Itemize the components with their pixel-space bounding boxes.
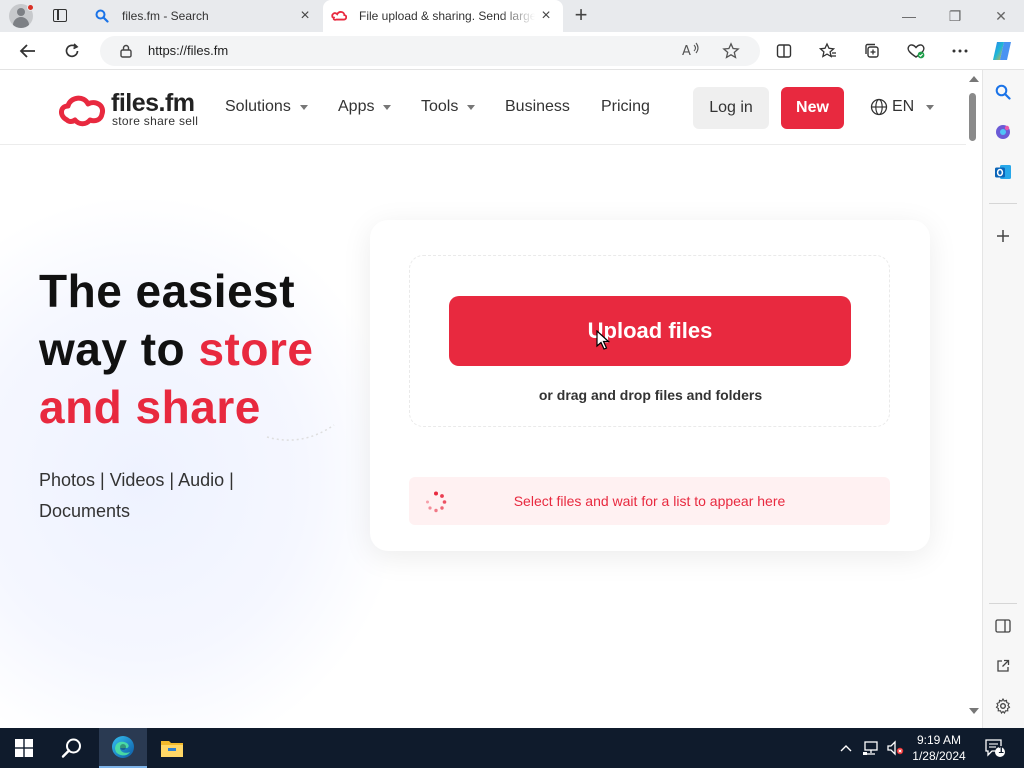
browser-titlebar: files.fm - Search × File upload & sharin… [0, 0, 1024, 32]
edge-sidebar [982, 70, 1024, 728]
nav-business[interactable]: Business [505, 98, 570, 116]
tray-chevron-up-icon[interactable] [836, 728, 856, 768]
tab-title: File upload & sharing. Send large files [359, 9, 535, 23]
nav-label: Pricing [601, 98, 650, 115]
nav-pricing[interactable]: Pricing [601, 98, 650, 116]
taskbar-file-explorer-button[interactable] [148, 728, 196, 768]
tab-files-fm-search[interactable]: files.fm - Search × [86, 0, 322, 32]
drag-drop-hint: or drag and drop files and folders [538, 387, 763, 403]
upload-status-bar: Select files and wait for a list to appe… [409, 477, 890, 525]
files-fm-favicon [331, 8, 347, 24]
copilot-icon[interactable] [988, 38, 1016, 64]
headline-line-2: way to store [39, 320, 313, 378]
lock-icon[interactable] [120, 44, 132, 58]
taskbar-search-button[interactable] [48, 728, 96, 768]
search-icon [94, 8, 110, 24]
sidebar-outlook-icon[interactable] [991, 160, 1015, 184]
read-aloud-icon[interactable]: A [682, 42, 700, 60]
sidebar-toggle-panel-icon[interactable] [991, 614, 1015, 638]
logo-tagline: store share sell [112, 114, 199, 128]
collections-icon[interactable] [858, 38, 886, 64]
file-categories: Photos | Videos | Audio | Documents [39, 470, 234, 521]
nav-solutions[interactable]: Solutions [225, 98, 308, 116]
browser-toolbar: https://files.fm A [0, 32, 1024, 70]
nav-label: Tools [421, 98, 459, 115]
browser-essentials-icon[interactable] [902, 38, 930, 64]
upload-status-text: Select files and wait for a list to appe… [513, 493, 786, 509]
window-close-button[interactable]: ✕ [978, 0, 1024, 32]
login-button[interactable]: Log in [693, 87, 769, 129]
language-selector[interactable]: EN [870, 98, 935, 116]
sidebar-add-icon[interactable] [991, 224, 1015, 248]
sidebar-copilot-apps-icon[interactable] [991, 120, 1015, 144]
decorative-swoosh [266, 424, 335, 441]
favorite-star-icon[interactable] [722, 42, 740, 60]
mouse-cursor-icon [596, 330, 610, 350]
profile-notification-dot [27, 4, 34, 11]
scroll-down-arrow-icon[interactable] [969, 708, 979, 714]
nav-apps[interactable]: Apps [338, 98, 392, 116]
headline-line-1: The easiest [39, 265, 296, 317]
sidebar-divider [989, 603, 1017, 604]
split-screen-icon[interactable] [770, 38, 798, 64]
headline-text: way to [39, 323, 199, 375]
sidebar-settings-gear-icon[interactable] [991, 694, 1015, 718]
clock-time: 9:19 AM [916, 733, 962, 747]
sidebar-divider [989, 203, 1017, 204]
edge-browser-icon [112, 736, 134, 758]
scroll-up-arrow-icon[interactable] [969, 76, 979, 82]
scroll-thumb[interactable] [969, 93, 976, 141]
address-bar[interactable]: https://files.fm A [100, 36, 760, 66]
caret-down-icon [467, 104, 476, 110]
upload-card: Upload files or drag and drop files and … [370, 220, 930, 551]
nav-label: Business [505, 98, 570, 115]
caret-down-icon [926, 104, 935, 110]
globe-icon [870, 98, 888, 116]
web-page: files.fm store share sell Solutions Apps… [0, 70, 966, 728]
sidebar-search-icon[interactable] [991, 80, 1015, 104]
search-icon [61, 738, 81, 758]
tab-title: files.fm - Search [122, 9, 209, 23]
windows-taskbar: 9:19 AM 1/28/2024 1 [0, 728, 1024, 768]
start-button[interactable] [0, 728, 48, 768]
upload-files-button[interactable]: Upload files [449, 296, 851, 366]
close-tab-icon[interactable]: × [535, 7, 557, 25]
files-fm-logo[interactable]: files.fm store share sell [57, 89, 207, 130]
tab-files-fm-upload[interactable]: File upload & sharing. Send large files … [323, 0, 563, 32]
nav-label: Solutions [225, 98, 291, 115]
network-icon[interactable] [860, 728, 882, 768]
restore-button[interactable]: ❐ [932, 0, 978, 32]
new-tab-button[interactable]: + [570, 4, 592, 27]
close-tab-icon[interactable]: × [294, 7, 316, 25]
minimize-button[interactable]: — [886, 0, 932, 32]
taskbar-edge-button[interactable] [99, 728, 147, 768]
hero-headline: The easiest way to store and share [39, 262, 313, 436]
new-button[interactable]: New [781, 87, 844, 129]
cloud-logo-icon [59, 95, 106, 127]
svg-text:A: A [682, 44, 691, 58]
nav-label: Apps [338, 98, 375, 115]
caret-down-icon [383, 104, 392, 110]
refresh-icon[interactable] [58, 38, 86, 64]
more-options-icon[interactable] [946, 38, 974, 64]
tab-actions-icon[interactable] [53, 9, 67, 22]
back-arrow-icon[interactable] [14, 38, 42, 64]
url-text[interactable]: https://files.fm [148, 43, 228, 58]
folder-icon [161, 741, 183, 757]
windows-logo-icon [15, 739, 33, 757]
sidebar-open-external-icon[interactable] [991, 654, 1015, 678]
site-header: files.fm store share sell Solutions Apps… [0, 70, 966, 145]
action-center-button[interactable]: 1 [980, 728, 1010, 768]
drop-zone[interactable]: Upload files or drag and drop files and … [409, 255, 890, 427]
language-label: EN [892, 98, 915, 115]
headline-accent: store [198, 323, 314, 375]
favorites-icon[interactable] [814, 38, 842, 64]
taskbar-clock[interactable]: 9:19 AM 1/28/2024 [906, 732, 972, 764]
clock-date: 1/28/2024 [912, 749, 966, 763]
notification-count-badge: 1 [998, 745, 1004, 756]
page-scrollbar[interactable] [966, 70, 982, 728]
nav-tools[interactable]: Tools [421, 98, 476, 116]
volume-muted-icon[interactable] [884, 728, 906, 768]
caret-down-icon [299, 104, 308, 110]
